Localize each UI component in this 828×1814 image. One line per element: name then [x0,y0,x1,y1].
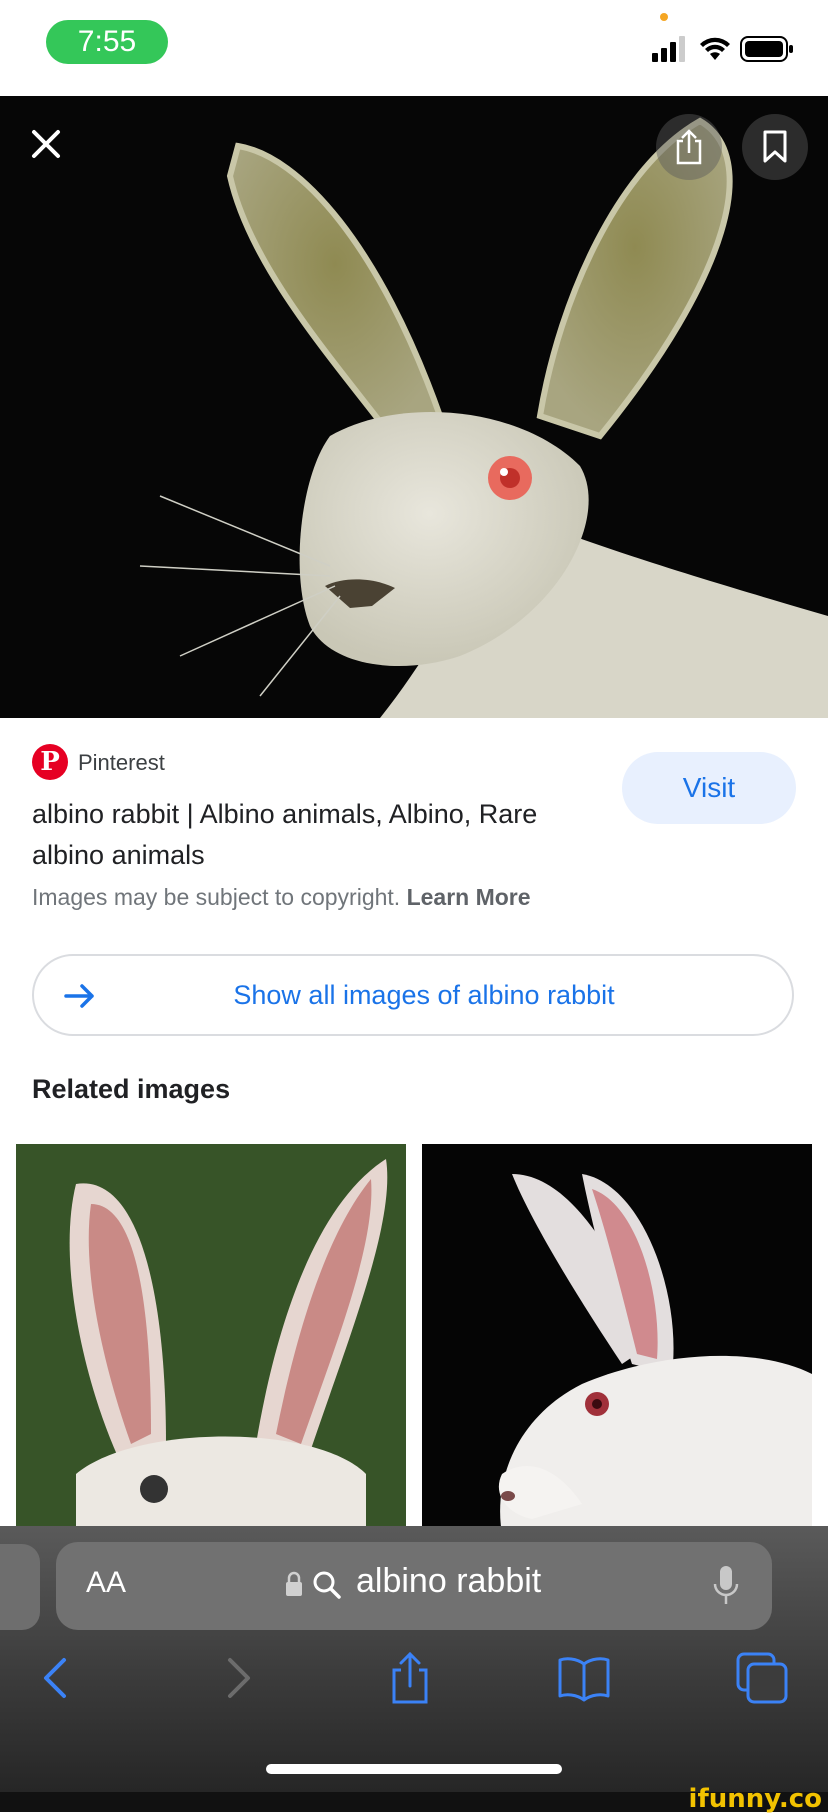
show-all-images-button[interactable]: Show all images of albino rabbit [32,954,794,1036]
copyright-notice: Images may be subject to copyright. Lear… [32,884,531,911]
related-rabbit-ears-image [16,1144,406,1534]
search-icon [313,1571,341,1599]
pinterest-logo-icon: P [32,744,68,780]
share-button[interactable] [656,114,722,180]
bookmarks-book-icon[interactable] [556,1650,612,1706]
back-chevron-icon[interactable] [30,1650,86,1706]
ifunny-watermark: ifunny.co [688,1784,822,1814]
microphone-icon[interactable] [712,1564,740,1606]
copyright-text: Images may be subject to copyright. [32,884,401,910]
learn-more-link[interactable]: Learn More [407,884,531,910]
related-image-1[interactable] [16,1144,406,1534]
share-icon [676,129,702,165]
status-bar: 7:55 [0,0,828,96]
related-images-heading: Related images [32,1074,231,1104]
previous-tab-peek[interactable] [0,1544,40,1630]
result-title[interactable]: albino rabbit | Albino animals, Albino, … [32,794,592,876]
albino-rabbit-image [0,96,828,718]
privacy-indicator-dot [660,13,668,21]
tabs-icon[interactable] [734,1650,790,1706]
lock-icon [286,1571,302,1596]
save-bookmark-button[interactable] [742,114,808,180]
close-icon[interactable] [28,126,64,162]
address-bar[interactable]: AA albino rabbit [56,1542,772,1630]
home-indicator[interactable] [266,1764,562,1774]
main-image-albino-rabbit[interactable] [0,96,828,718]
forward-chevron-icon[interactable] [208,1650,264,1706]
source-name[interactable]: Pinterest [78,750,165,776]
show-all-images-label: Show all images of albino rabbit [233,979,615,1010]
status-time: 7:55 [46,20,168,64]
visit-button[interactable]: Visit [622,752,796,824]
bookmark-icon [763,130,787,163]
address-text[interactable]: albino rabbit [356,1562,541,1601]
wifi-icon [700,37,730,60]
battery-icon [740,36,793,62]
share-icon[interactable] [382,1650,438,1706]
reader-aa-button[interactable]: AA [86,1566,126,1600]
related-rabbit-profile-image [422,1144,812,1534]
cellular-signal-icon [652,36,685,62]
related-image-2[interactable] [422,1144,812,1534]
